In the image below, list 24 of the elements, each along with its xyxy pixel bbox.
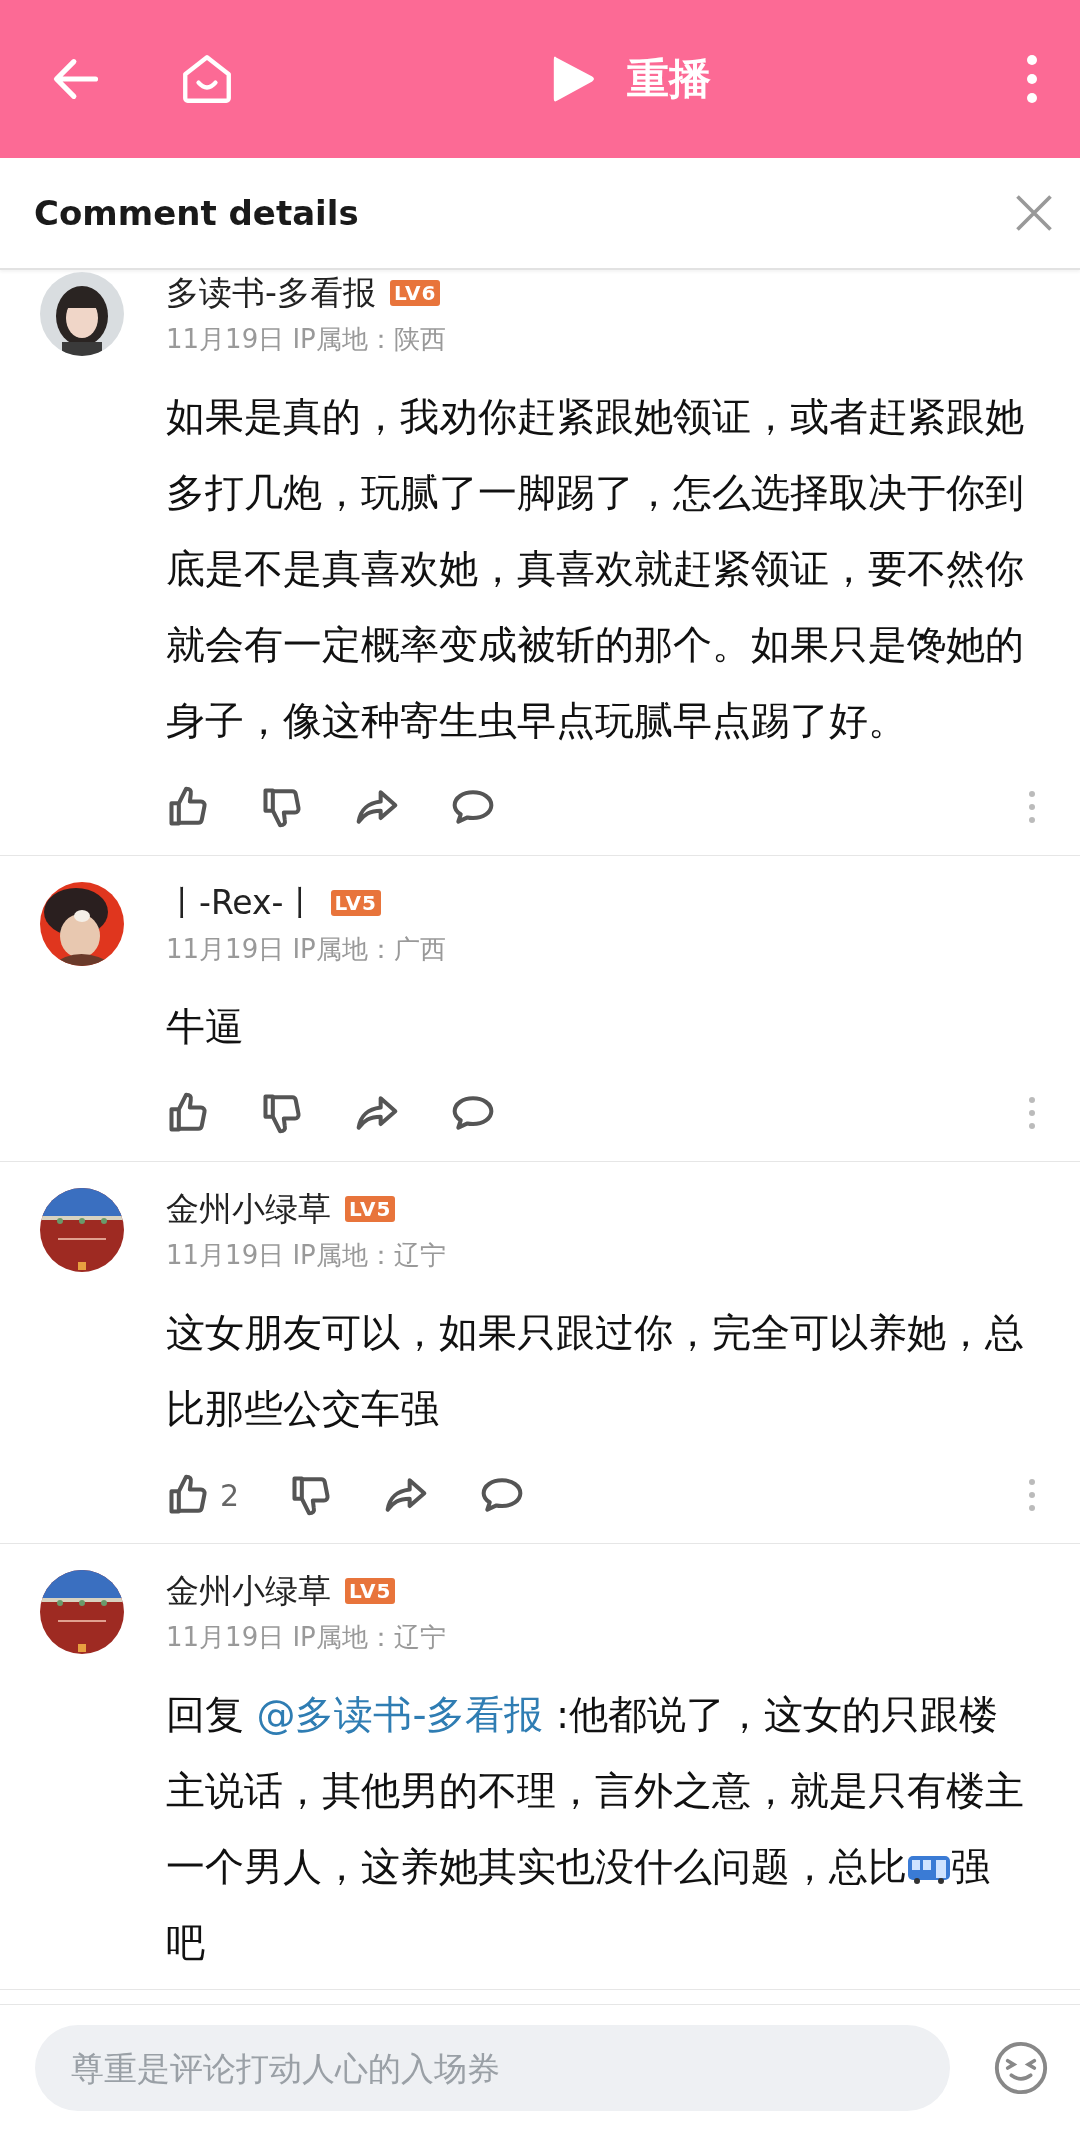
level-badge: LV6 [389, 280, 441, 306]
username[interactable]: 多读书-多看报 [166, 270, 376, 316]
comment-meta: 11月19日 IP属地：陕西 [166, 323, 447, 356]
more-menu-icon[interactable] [1024, 54, 1040, 104]
emoji-face-icon[interactable] [992, 2039, 1050, 2097]
comment-meta: 11月19日 IP属地：广西 [166, 933, 447, 966]
level-badge: LV5 [345, 1196, 396, 1222]
level-badge: LV5 [345, 1578, 396, 1604]
bus-icon [907, 1854, 951, 1884]
comment-text: 牛逼 [166, 1003, 245, 1051]
username[interactable]: 金州小绿草 [166, 1186, 331, 1232]
username[interactable]: 丨-Rex-丨 [166, 880, 317, 926]
comment-text: 回复 @多读书-多看报 :他都说了，这女的只跟楼主说话，其他男的不理，言外之意，就是只有楼主一个男人，这养她其实也没什么问题，总比 强吧 [166, 1691, 1025, 1967]
user-mention-link[interactable]: @多读书-多看报 [256, 1692, 544, 1737]
username[interactable]: 金州小绿草 [166, 1568, 331, 1614]
like-count: 2 [220, 1477, 240, 1513]
comment-text: 如果是真的，我劝你赶紧跟她领证，或者赶紧跟她多打几炮，玩腻了一脚踢了，怎么选择取决于你到底是不是真喜欢她，真喜欢就赶紧领证，要不然你就会有一定概率变成被斩的那个。如果只是馋她的身子，像这种寄生虫早点玩腻早点踢了好。 [166, 393, 1025, 745]
level-badge: LV5 [330, 890, 381, 916]
comment-meta: 11月19日 IP属地：辽宁 [166, 1239, 447, 1272]
panel-title: Comment details [34, 193, 359, 233]
like-button[interactable]: 2 [166, 1473, 240, 1517]
comment-input-field[interactable]: 尊重是评论打动人心的入场券 [35, 2025, 950, 2111]
comment-text: 这女朋友可以，如果只跟过你，完全可以养她，总比那些公交车强 [166, 1309, 1025, 1433]
comment-meta: 11月19日 IP属地：辽宁 [166, 1621, 447, 1654]
